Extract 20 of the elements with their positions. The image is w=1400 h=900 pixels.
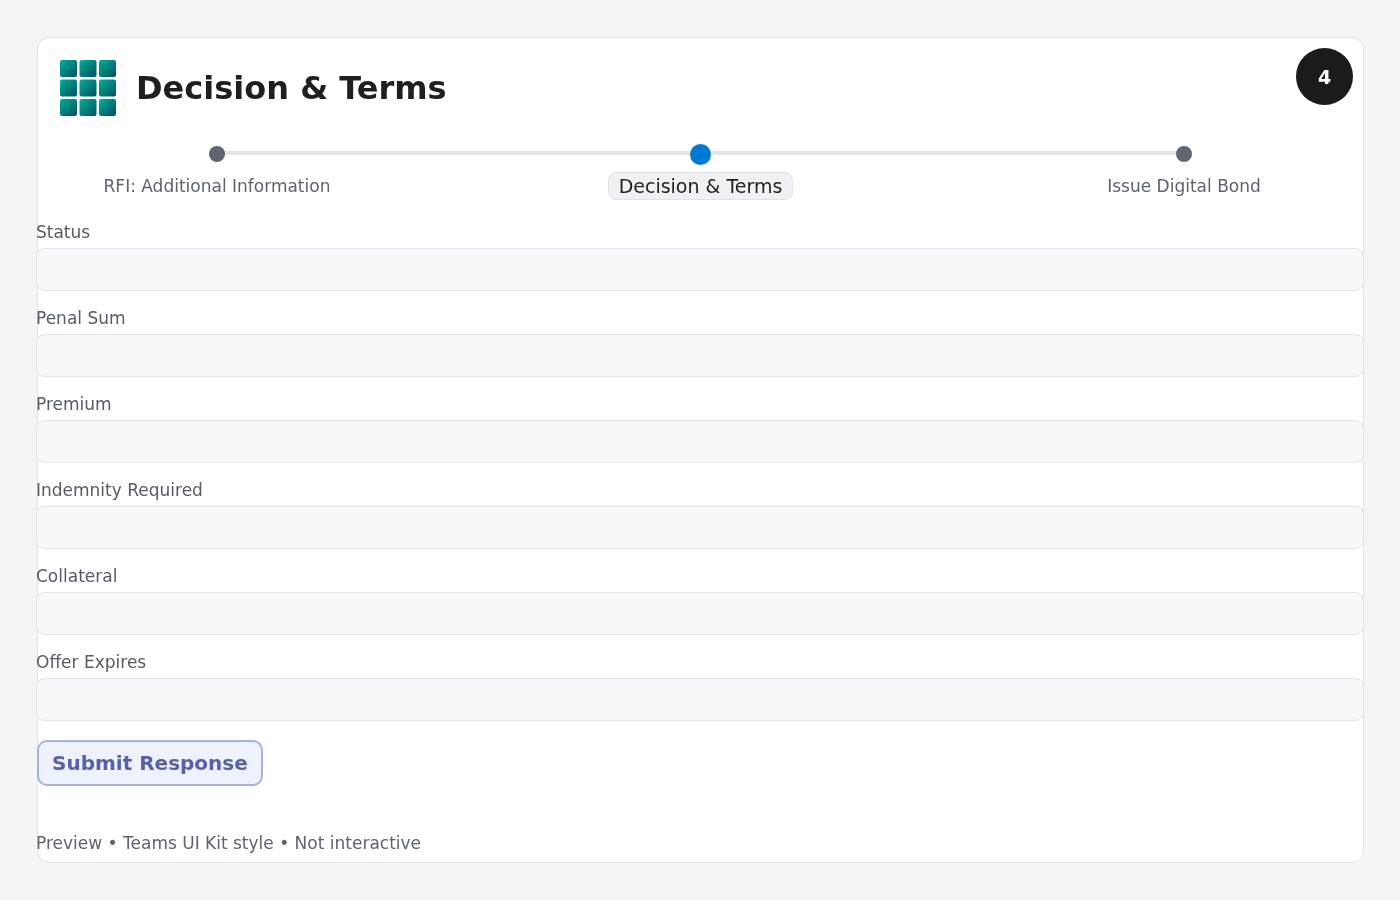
grid-icon <box>60 60 116 116</box>
field-label: Penal Sum <box>36 307 127 330</box>
input-field[interactable] <box>36 420 1364 463</box>
input-field[interactable] <box>36 334 1364 377</box>
input-field[interactable] <box>36 248 1364 291</box>
submit-button[interactable]: Submit Response <box>37 740 263 786</box>
step-number-badge: 4 <box>1296 48 1353 105</box>
field-label: Premium <box>36 393 113 416</box>
card-title: Decision & Terms <box>136 69 447 107</box>
step-label[interactable]: RFI: Additional Information <box>92 172 342 200</box>
step-label[interactable]: Issue Digital Bond <box>1096 172 1272 200</box>
input-field[interactable] <box>36 506 1364 549</box>
field-label: Offer Expires <box>36 651 148 674</box>
field-label: Status <box>36 221 92 244</box>
step-label[interactable]: Decision & Terms <box>607 172 794 200</box>
footer-note: Preview • Teams UI Kit style • Not interactive <box>36 833 423 853</box>
input-field[interactable] <box>36 592 1364 635</box>
input-field[interactable] <box>36 678 1364 721</box>
field-label: Collateral <box>36 565 119 588</box>
field-label: Indemnity Required <box>36 479 204 502</box>
